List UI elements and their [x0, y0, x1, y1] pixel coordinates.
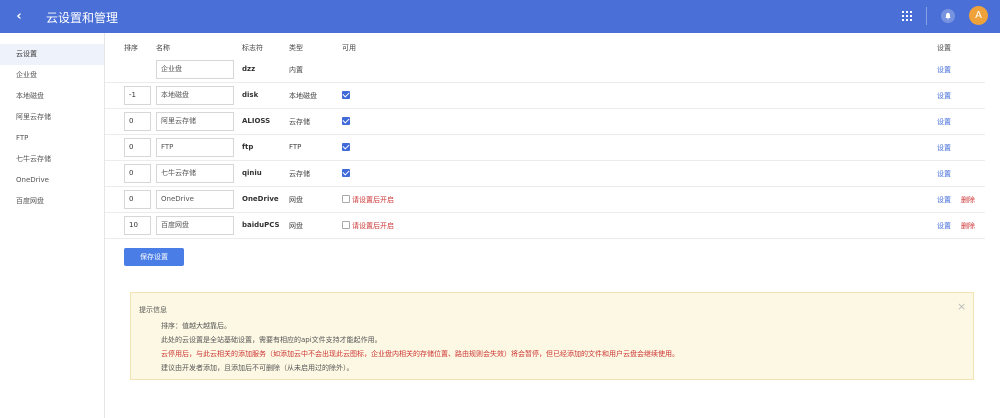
type-text: FTP	[289, 143, 302, 151]
table-row: 10 百度网盘 baiduPCS 网盘 请设置后开启 设置 删除	[105, 213, 985, 239]
name-input[interactable]: OneDrive	[156, 190, 234, 209]
table-row: 0 OneDrive OneDrive 网盘 请设置后开启 设置 删除	[105, 187, 985, 213]
header-actions: A	[902, 6, 988, 25]
sidebar-item-baidu-disk[interactable]: 百度网盘	[0, 191, 104, 212]
ident-text: OneDrive	[242, 195, 279, 203]
order-input[interactable]: -1	[124, 86, 151, 105]
close-icon[interactable]: ×	[957, 300, 966, 313]
header-name: 名称	[156, 44, 170, 52]
type-text: 网盘	[289, 196, 303, 204]
table-header: 排序 名称 标志符 类型 可用 设置	[105, 41, 985, 55]
sidebar-item-onedrive[interactable]: OneDrive	[0, 170, 104, 191]
top-header-bar: ‹ 云设置和管理 A	[0, 0, 1000, 33]
type-text: 本地磁盘	[289, 92, 317, 100]
header-order: 排序	[124, 44, 138, 52]
header-ident: 标志符	[242, 44, 263, 52]
name-input[interactable]: 七牛云存储	[156, 164, 234, 183]
ident-text: ALIOSS	[242, 117, 271, 125]
delete-link[interactable]: 删除	[961, 221, 975, 231]
chevron-left-icon[interactable]: ‹	[10, 7, 28, 25]
table-row: 0 七牛云存储 qiniu 云存储 设置	[105, 161, 985, 187]
enable-checkbox[interactable]	[342, 117, 350, 125]
order-input[interactable]: 10	[124, 216, 151, 235]
bell-icon[interactable]	[941, 8, 955, 23]
order-input[interactable]: 0	[124, 138, 151, 157]
order-input[interactable]: 0	[124, 112, 151, 131]
enable-checkbox[interactable]	[342, 143, 350, 151]
header-type: 类型	[289, 44, 303, 52]
tips-panel: 提示信息 × 排序：值越大越靠后。 此处的云设置是全站基础设置，需要有相应的ap…	[130, 292, 974, 380]
settings-link[interactable]: 设置	[937, 117, 951, 127]
page-title: 云设置和管理	[46, 11, 119, 25]
type-text: 云存储	[289, 118, 310, 126]
ident-text: disk	[242, 91, 259, 99]
name-input[interactable]: 本地磁盘	[156, 86, 234, 105]
ident-text: ftp	[242, 143, 254, 151]
apps-grid-icon[interactable]	[902, 10, 912, 21]
name-input[interactable]: FTP	[156, 138, 234, 157]
sidebar-item-enterprise-disk[interactable]: 企业盘	[0, 65, 104, 86]
ident-text: qiniu	[242, 169, 262, 177]
type-text: 内置	[289, 66, 303, 74]
sidebar-item-local-disk[interactable]: 本地磁盘	[0, 86, 104, 107]
ident-text: dzz	[242, 65, 256, 73]
order-input[interactable]: 0	[124, 164, 151, 183]
sidebar-item-qiniu-storage[interactable]: 七牛云存储	[0, 149, 104, 170]
table-row: 企业盘 dzz 内置 设置	[105, 57, 985, 83]
sidebar: 云设置 企业盘 本地磁盘 阿里云存储 FTP 七牛云存储 OneDrive 百度…	[0, 33, 105, 418]
settings-link[interactable]: 设置	[937, 91, 951, 101]
sidebar-item-ftp[interactable]: FTP	[0, 128, 104, 149]
sidebar-item-aliyun-storage[interactable]: 阿里云存储	[0, 107, 104, 128]
save-settings-button[interactable]: 保存设置	[124, 248, 184, 266]
table-row: 0 FTP ftp FTP 设置	[105, 135, 985, 161]
settings-link[interactable]: 设置	[937, 143, 951, 153]
header-divider	[926, 6, 927, 25]
tip-line: 云停用后，与此云相关的添加服务（如添加云中不会出现此云图标，企业盘内相关的存储位…	[161, 350, 679, 358]
enable-checkbox[interactable]	[342, 195, 350, 203]
header-settings: 设置	[937, 44, 951, 52]
main-content: 排序 名称 标志符 类型 可用 设置 企业盘 dzz 内置 设置 -1 本地磁盘…	[105, 33, 1000, 418]
table-row: 0 阿里云存储 ALIOSS 云存储 设置	[105, 109, 985, 135]
enable-checkbox[interactable]	[342, 221, 350, 229]
tip-line: 排序：值越大越靠后。	[161, 322, 231, 330]
name-input[interactable]: 阿里云存储	[156, 112, 234, 131]
settings-link[interactable]: 设置	[937, 65, 951, 75]
name-input[interactable]: 企业盘	[156, 60, 234, 79]
avatar[interactable]: A	[969, 6, 988, 25]
sidebar-item-cloud-settings[interactable]: 云设置	[0, 44, 104, 65]
settings-link[interactable]: 设置	[937, 221, 951, 231]
header-enable: 可用	[342, 44, 356, 52]
enable-checkbox[interactable]	[342, 91, 350, 99]
settings-link[interactable]: 设置	[937, 195, 951, 205]
type-text: 网盘	[289, 222, 303, 230]
tips-title: 提示信息	[139, 306, 167, 314]
delete-link[interactable]: 删除	[961, 195, 975, 205]
enable-checkbox[interactable]	[342, 169, 350, 177]
settings-link[interactable]: 设置	[937, 169, 951, 179]
tip-line: 建议由开发者添加，且添加后不可删除（从未启用过的除外）。	[161, 364, 354, 372]
enable-hint-text: 请设置后开启	[352, 196, 394, 204]
name-input[interactable]: 百度网盘	[156, 216, 234, 235]
tip-line: 此处的云设置是全站基础设置，需要有相应的api文件支持才能起作用。	[161, 336, 382, 344]
type-text: 云存储	[289, 170, 310, 178]
table-row: -1 本地磁盘 disk 本地磁盘 设置	[105, 83, 985, 109]
order-input[interactable]: 0	[124, 190, 151, 209]
enable-hint-text: 请设置后开启	[352, 222, 394, 230]
ident-text: baiduPCS	[242, 221, 280, 229]
